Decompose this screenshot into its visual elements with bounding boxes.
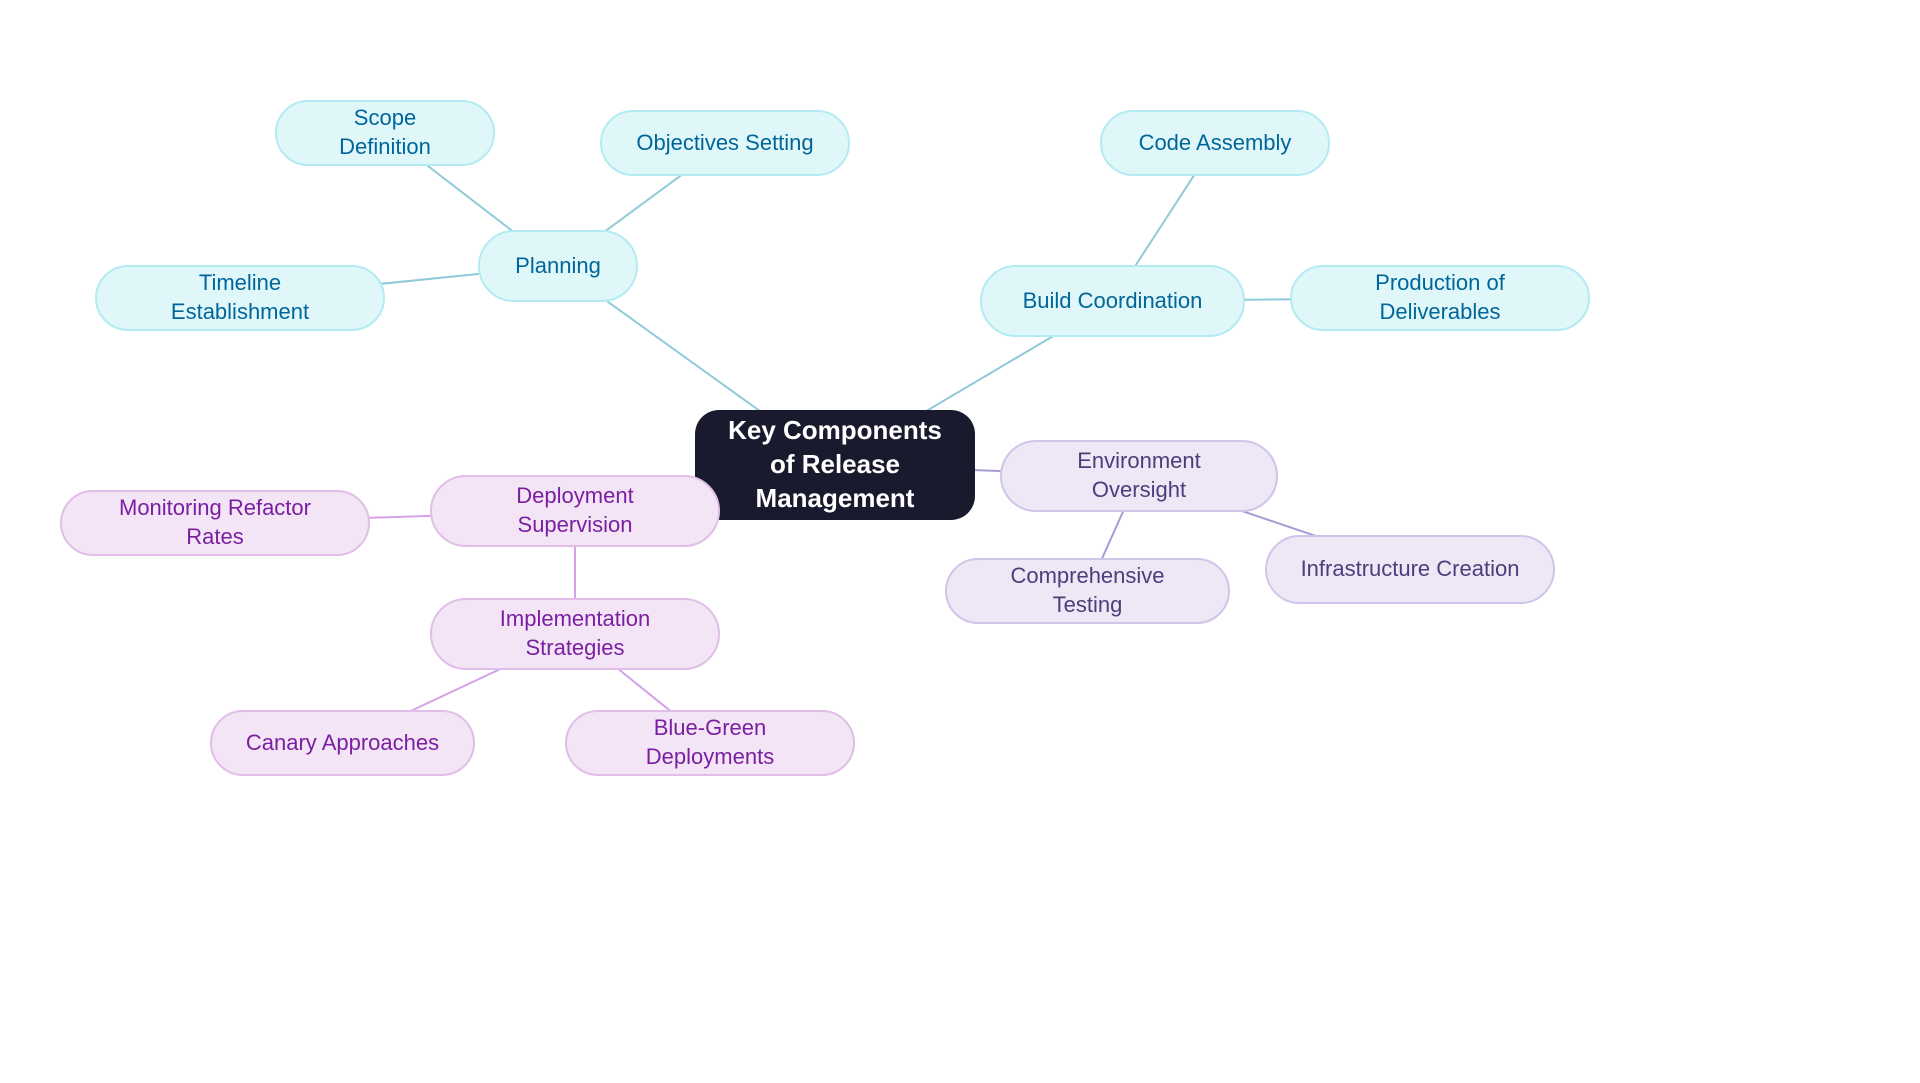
objectives-setting-node: Objectives Setting [600,110,850,176]
production-deliverables-node: Production of Deliverables [1290,265,1590,331]
build-coordination-node: Build Coordination [980,265,1245,337]
canary-approaches-node: Canary Approaches [210,710,475,776]
code-assembly-node: Code Assembly [1100,110,1330,176]
comprehensive-testing-node: Comprehensive Testing [945,558,1230,624]
environment-oversight-node: Environment Oversight [1000,440,1278,512]
deployment-supervision-node: Deployment Supervision [430,475,720,547]
implementation-strategies-node: Implementation Strategies [430,598,720,670]
monitoring-refactor-rates-node: Monitoring Refactor Rates [60,490,370,556]
blue-green-deployments-node: Blue-Green Deployments [565,710,855,776]
center-node: Key Components of Release Management [695,410,975,520]
timeline-establishment-node: Timeline Establishment [95,265,385,331]
scope-definition-node: Scope Definition [275,100,495,166]
infrastructure-creation-node: Infrastructure Creation [1265,535,1555,604]
planning-node: Planning [478,230,638,302]
